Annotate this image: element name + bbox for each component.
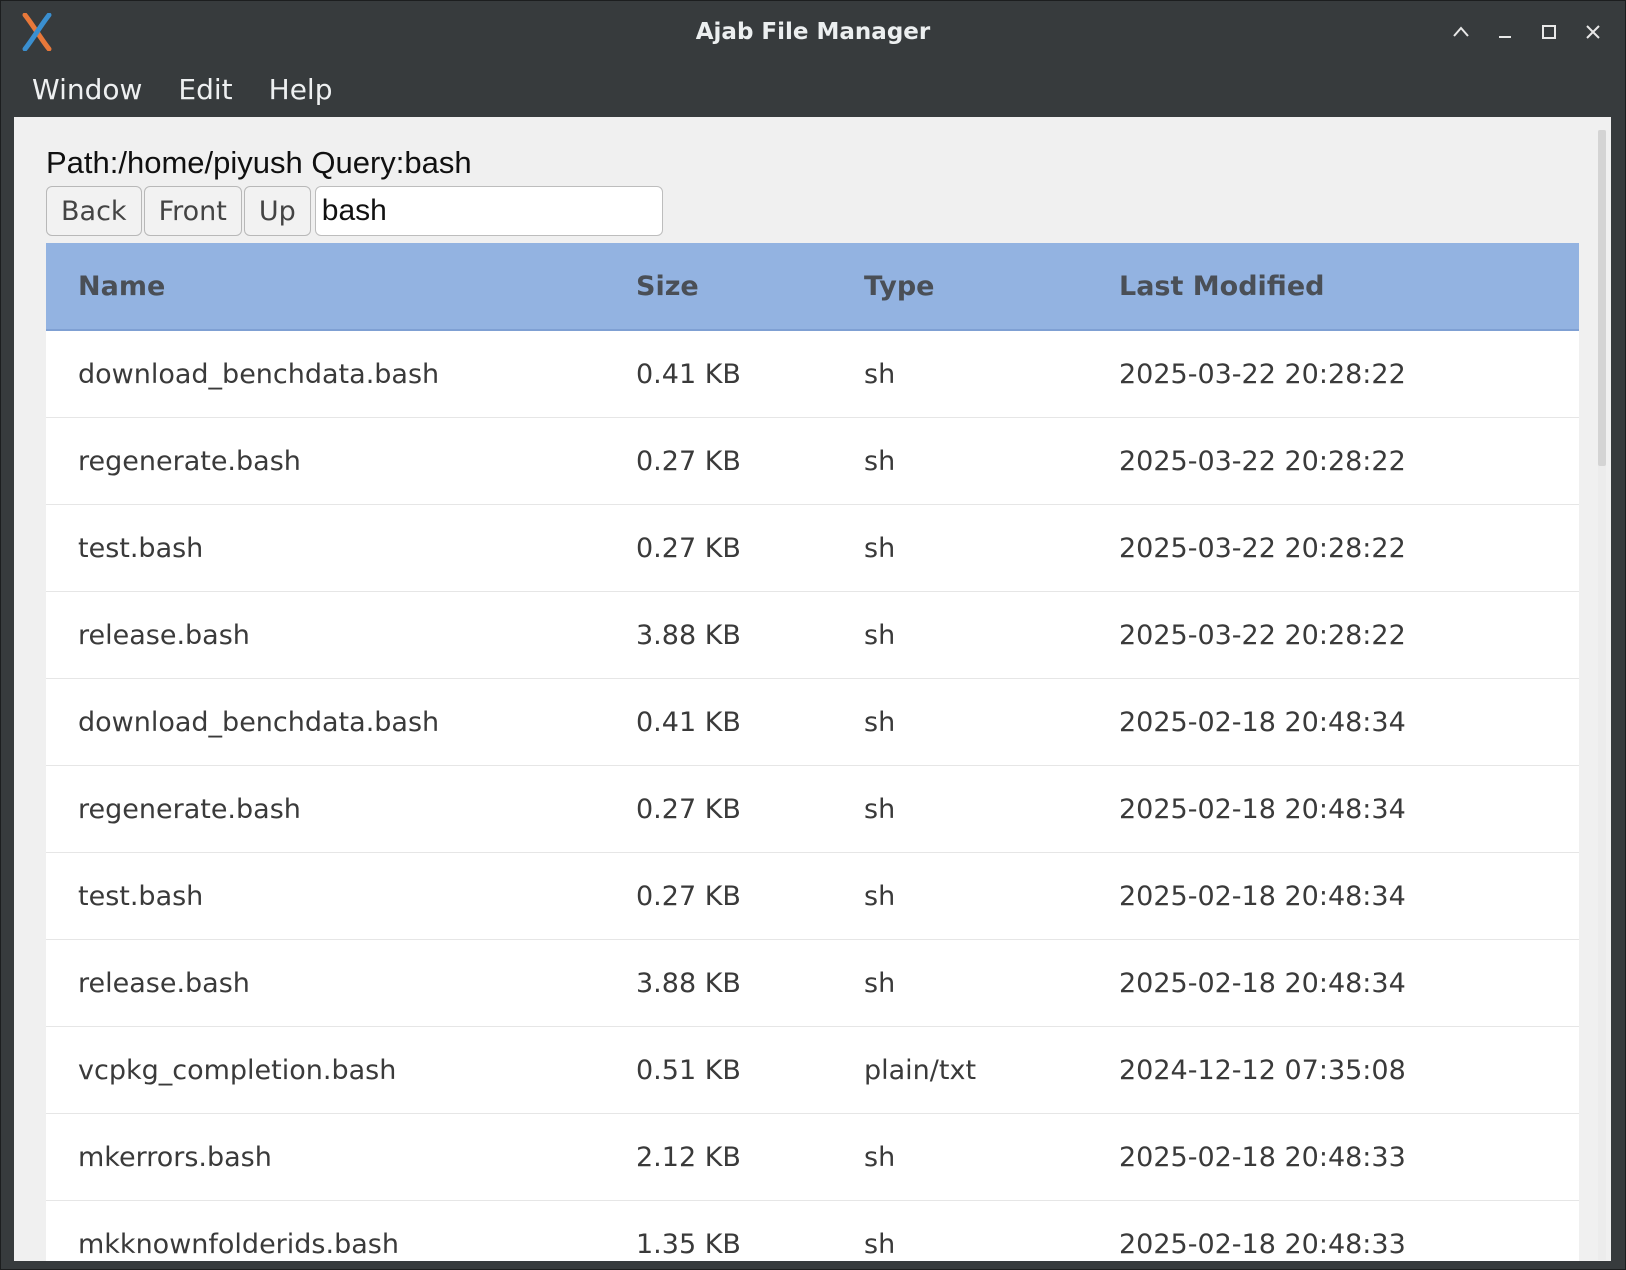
table-row[interactable]: vcpkg_completion.bash 0.51 KB plain/txt 202…: [46, 1027, 1579, 1114]
file-name-cell: release.bash: [78, 619, 250, 651]
file-name-cell: test.bash: [78, 532, 204, 564]
file-type-cell: sh: [864, 793, 896, 825]
file-name-cell: regenerate.bash: [78, 793, 301, 825]
last-modified-cell: 2025-02-18 20:48:34: [1119, 880, 1406, 912]
title-bar[interactable]: Ajab File Manager: [1, 1, 1625, 63]
column-header-name[interactable]: Name: [46, 271, 636, 302]
dna-helix-icon: [19, 12, 55, 52]
table-row[interactable]: download_benchdata.bash 0.41 KB sh 2025-02-…: [46, 679, 1579, 766]
last-modified-cell: 2025-02-18 20:48:33: [1119, 1141, 1406, 1173]
file-size-cell: 0.41 KB: [636, 706, 741, 738]
app-window: Ajab File Manager Window Edit Help Path:…: [0, 0, 1626, 1270]
last-modified-cell: 2025-02-18 20:48:34: [1119, 967, 1406, 999]
file-name-cell: mkerrors.bash: [78, 1141, 272, 1173]
table-row[interactable]: regenerate.bash 0.27 KB sh 2025-02-18 20:48…: [46, 766, 1579, 853]
vertical-scrollbar[interactable]: [1598, 130, 1606, 1260]
menu-help[interactable]: Help: [269, 73, 333, 106]
last-modified-cell: 2025-03-22 20:28:22: [1119, 358, 1406, 390]
last-modified-cell: 2025-02-18 20:48:33: [1119, 1228, 1406, 1260]
scrollbar-thumb[interactable]: [1598, 130, 1606, 466]
file-table: Name Size Type Last Modified download_be…: [46, 243, 1579, 1261]
column-header-size[interactable]: Size: [636, 271, 864, 302]
table-row[interactable]: download_benchdata.bash 0.41 KB sh 2025-03-…: [46, 331, 1579, 418]
file-name-cell: mkknownfolderids.bash: [78, 1228, 399, 1260]
file-name-cell: release.bash: [78, 967, 250, 999]
file-type-cell: plain/txt: [864, 1054, 977, 1086]
main-content: Path:/home/piyush Query:bash Back Front …: [14, 117, 1611, 1261]
window-controls: [1443, 13, 1611, 51]
file-type-cell: sh: [864, 619, 896, 651]
file-name-cell: regenerate.bash: [78, 445, 301, 477]
file-type-cell: sh: [864, 358, 896, 390]
table-row[interactable]: release.bash 3.88 KB sh 2025-02-18 20:48:34: [46, 940, 1579, 1027]
file-type-cell: sh: [864, 532, 896, 564]
file-type-cell: sh: [864, 706, 896, 738]
menu-bar: Window Edit Help: [1, 63, 368, 115]
nav-toolbar: Back Front Up: [46, 186, 663, 236]
last-modified-cell: 2025-03-22 20:28:22: [1119, 532, 1406, 564]
menu-window[interactable]: Window: [32, 73, 142, 106]
file-size-cell: 0.51 KB: [636, 1054, 741, 1086]
table-row[interactable]: regenerate.bash 0.27 KB sh 2025-03-22 20:28…: [46, 418, 1579, 505]
last-modified-cell: 2025-02-18 20:48:34: [1119, 706, 1406, 738]
column-header-last-modified[interactable]: Last Modified: [1119, 271, 1579, 302]
table-body: download_benchdata.bash 0.41 KB sh 2025-03-…: [46, 331, 1579, 1261]
file-type-cell: sh: [864, 445, 896, 477]
back-button[interactable]: Back: [46, 186, 142, 236]
chevron-up-icon[interactable]: [1443, 13, 1479, 51]
file-size-cell: 0.27 KB: [636, 445, 741, 477]
file-size-cell: 0.27 KB: [636, 793, 741, 825]
front-button[interactable]: Front: [143, 186, 242, 236]
file-size-cell: 1.35 KB: [636, 1228, 741, 1260]
file-type-cell: sh: [864, 1228, 896, 1260]
table-row[interactable]: test.bash 0.27 KB sh 2025-03-22 20:28:22: [46, 505, 1579, 592]
table-row[interactable]: mkknownfolderids.bash 1.35 KB sh 2025-02-18…: [46, 1201, 1579, 1261]
up-button[interactable]: Up: [243, 186, 311, 236]
file-name-cell: test.bash: [78, 880, 204, 912]
file-size-cell: 2.12 KB: [636, 1141, 741, 1173]
file-type-cell: sh: [864, 880, 896, 912]
search-input[interactable]: [314, 186, 663, 236]
file-size-cell: 0.27 KB: [636, 880, 741, 912]
table-header: Name Size Type Last Modified: [46, 243, 1579, 331]
maximize-icon[interactable]: [1531, 13, 1567, 51]
close-icon[interactable]: [1575, 13, 1611, 51]
file-type-cell: sh: [864, 967, 896, 999]
file-name-cell: vcpkg_completion.bash: [78, 1054, 397, 1086]
last-modified-cell: 2025-03-22 20:28:22: [1119, 619, 1406, 651]
table-row[interactable]: mkerrors.bash 2.12 KB sh 2025-02-18 20:48:3…: [46, 1114, 1579, 1201]
last-modified-cell: 2025-03-22 20:28:22: [1119, 445, 1406, 477]
file-name-cell: download_benchdata.bash: [78, 358, 440, 390]
file-size-cell: 3.88 KB: [636, 619, 741, 651]
last-modified-cell: 2024-12-12 07:35:08: [1119, 1054, 1406, 1086]
last-modified-cell: 2025-02-18 20:48:34: [1119, 793, 1406, 825]
file-type-cell: sh: [864, 1141, 896, 1173]
file-size-cell: 3.88 KB: [636, 967, 741, 999]
column-header-type[interactable]: Type: [864, 271, 1119, 302]
minimize-icon[interactable]: [1487, 13, 1523, 51]
table-row[interactable]: test.bash 0.27 KB sh 2025-02-18 20:48:34: [46, 853, 1579, 940]
file-size-cell: 0.27 KB: [636, 532, 741, 564]
table-row[interactable]: release.bash 3.88 KB sh 2025-03-22 20:28:22: [46, 592, 1579, 679]
file-name-cell: download_benchdata.bash: [78, 706, 440, 738]
menu-edit[interactable]: Edit: [178, 73, 232, 106]
window-title: Ajab File Manager: [695, 19, 931, 45]
file-size-cell: 0.41 KB: [636, 358, 741, 390]
path-query-label: Path:/home/piyush Query:bash: [46, 145, 472, 180]
